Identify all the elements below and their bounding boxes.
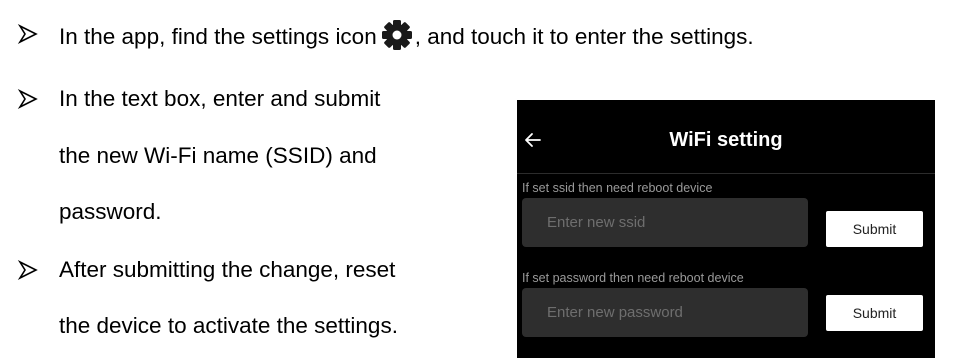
ssid-input[interactable] (522, 198, 808, 247)
bullet-arrow-icon (17, 89, 38, 109)
instruction-1-text-b: , and touch it to enter the settings. (414, 24, 754, 49)
instruction-2-line-2: the new Wi-Fi name (SSID) and (59, 143, 377, 168)
ssid-hint: If set ssid then need reboot device (522, 181, 713, 195)
instruction-3-line-2: the device to activate the settings. (59, 313, 398, 338)
password-input[interactable] (522, 288, 808, 337)
instruction-3-line-1: After submitting the change, reset (59, 257, 396, 282)
instruction-2-line-1: In the text box, enter and submit (59, 86, 381, 111)
ssid-submit-button[interactable]: Submit (826, 211, 923, 247)
bullet-arrow-icon (17, 24, 38, 44)
instruction-1: In the app, find the settings icon , and… (59, 20, 754, 51)
wifi-setting-screen: WiFi setting If set ssid then need reboo… (517, 100, 935, 358)
password-submit-button[interactable]: Submit (826, 295, 923, 331)
page-title: WiFi setting (669, 129, 783, 151)
instruction-2-line-3: password. (59, 199, 162, 224)
gear-icon (381, 20, 412, 50)
header-divider (517, 173, 935, 174)
password-hint: If set password then need reboot device (522, 271, 744, 285)
bullet-arrow-icon (17, 260, 38, 280)
instruction-1-text-a: In the app, find the settings icon (59, 24, 377, 49)
